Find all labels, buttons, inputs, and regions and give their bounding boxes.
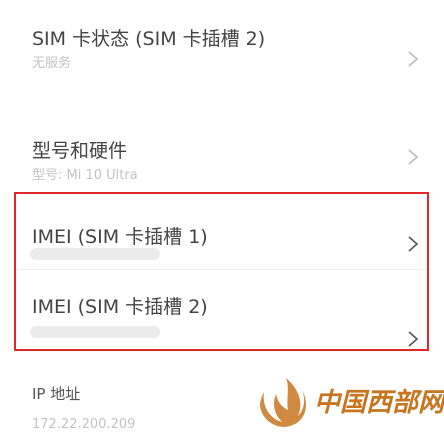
imei-slot1-title: IMEI (SIM 卡插槽 1) (32, 226, 208, 248)
chevron-right-icon (406, 148, 420, 166)
sim-status-sub: 无服务 (32, 56, 72, 71)
imei-slot1-row[interactable]: IMEI (SIM 卡插槽 1) (0, 192, 444, 270)
chevron-right-icon (406, 330, 420, 348)
model-hardware-row[interactable]: 型号和硬件 型号: Mi 10 Ultra (0, 96, 444, 192)
watermark-text: 中国西部网 (314, 388, 444, 418)
ip-address-title: IP 地址 (32, 385, 81, 403)
watermark: 中国西部网 (258, 370, 444, 430)
flame-logo-icon (260, 378, 306, 427)
sim-status-title: SIM 卡状态 (SIM 卡插槽 2) (32, 28, 266, 50)
chevron-right-icon (406, 235, 420, 253)
ip-address-value: 172.22.200.209 (32, 417, 136, 432)
sim-status-row[interactable]: SIM 卡状态 (SIM 卡插槽 2) 无服务 (0, 0, 444, 96)
model-hardware-title: 型号和硬件 (32, 140, 128, 162)
imei-slot2-title: IMEI (SIM 卡插槽 2) (32, 296, 208, 318)
model-hardware-sub: 型号: Mi 10 Ultra (32, 168, 138, 183)
imei-slot2-value-redacted (30, 326, 160, 338)
chevron-right-icon (406, 50, 420, 68)
imei-slot2-row[interactable]: IMEI (SIM 卡插槽 2) (0, 270, 444, 351)
imei-slot1-value-redacted (30, 248, 160, 260)
